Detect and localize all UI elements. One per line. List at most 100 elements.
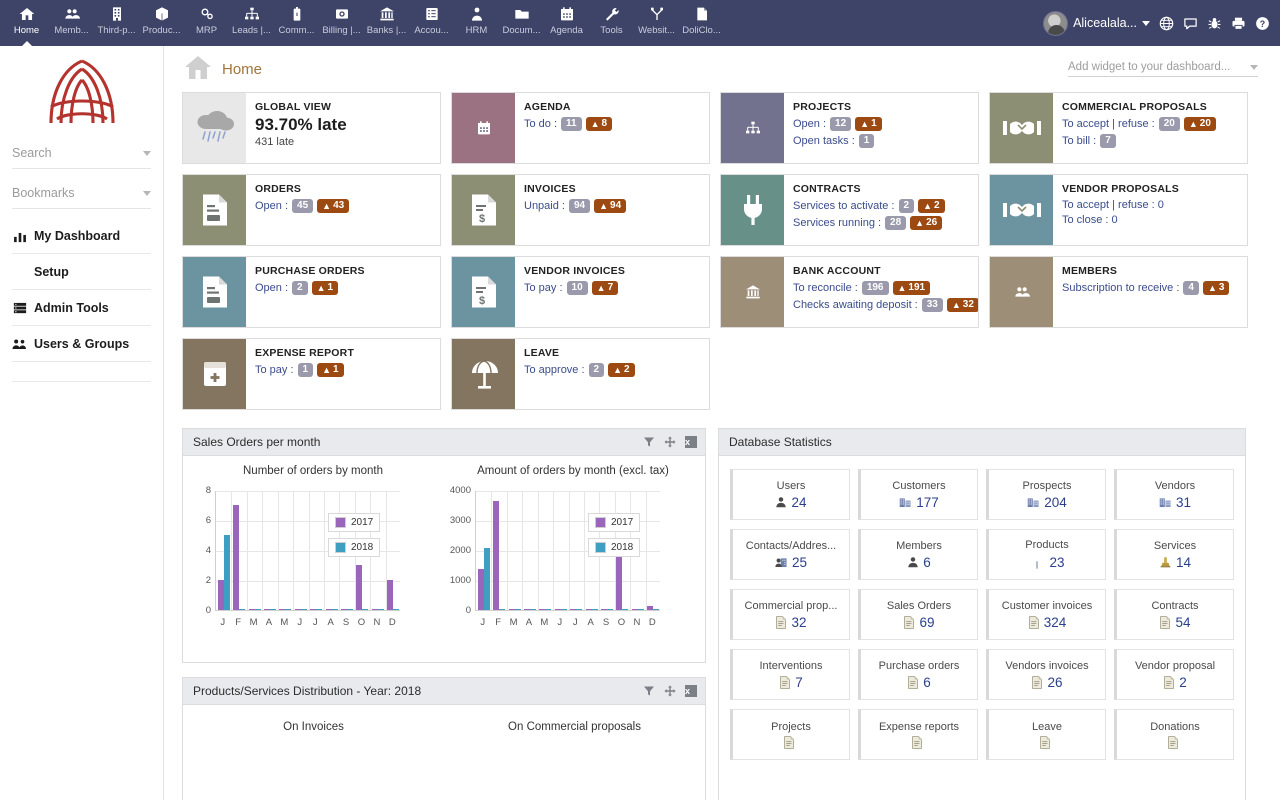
topmenu-item-doliclo[interactable]: DoliClo... (679, 0, 724, 46)
stat-donations[interactable]: Donations (1114, 709, 1234, 760)
topmenu-item-leads[interactable]: Leads |... (229, 0, 274, 46)
late-badge[interactable]: ▲1 (312, 281, 338, 295)
chevron-down-icon[interactable] (143, 191, 151, 196)
dashboard-card-invoices[interactable]: $INVOICESUnpaid :94▲94 (451, 174, 710, 246)
chevron-down-icon[interactable] (1142, 21, 1150, 26)
bookmarks-select[interactable]: Bookmarks (12, 178, 151, 209)
dashboard-card-global-view[interactable]: GLOBAL VIEW93.70% late431 late (182, 92, 441, 164)
chevron-down-icon[interactable] (143, 151, 151, 156)
printer-icon[interactable] (1231, 16, 1246, 31)
topmenu-item-memb[interactable]: Memb... (49, 0, 94, 46)
close-icon[interactable]: x (685, 436, 697, 448)
count-badge[interactable]: 28 (885, 216, 906, 230)
count-badge[interactable]: 33 (922, 298, 943, 312)
stat-services[interactable]: Services14 (1114, 529, 1234, 580)
count-badge[interactable]: 45 (292, 199, 313, 213)
dashboard-card-expense-report[interactable]: EXPENSE REPORTTo pay :1▲1 (182, 338, 441, 410)
add-widget-select[interactable]: Add widget to your dashboard... (1068, 61, 1258, 77)
count-badge[interactable]: 20 (1159, 117, 1180, 131)
filter-icon[interactable] (643, 685, 655, 697)
move-icon[interactable] (664, 436, 676, 448)
stat-projects[interactable]: Projects (730, 709, 850, 760)
help-icon[interactable]: ? (1255, 16, 1270, 31)
user-menu[interactable]: Alicealala... (1043, 11, 1150, 36)
late-badge[interactable]: ▲7 (592, 281, 618, 295)
globe-icon[interactable] (1159, 16, 1174, 31)
late-badge[interactable]: ▲2 (918, 199, 944, 213)
count-badge[interactable]: 196 (862, 281, 889, 295)
count-badge[interactable]: 12 (830, 117, 851, 131)
stat-contracts[interactable]: Contracts54 (1114, 589, 1234, 640)
search-input[interactable]: Search (12, 138, 151, 169)
late-badge[interactable]: ▲191 (893, 281, 931, 295)
dashboard-card-purchase-orders[interactable]: PURCHASE ORDERSOpen :2▲1 (182, 256, 441, 328)
topmenu-item-home[interactable]: Home (4, 0, 49, 46)
count-badge[interactable]: 94 (569, 199, 590, 213)
chat-icon[interactable] (1183, 16, 1198, 31)
late-badge[interactable]: ▲8 (586, 117, 612, 131)
sidebar-item-usersgroups[interactable]: Users & Groups (12, 326, 151, 362)
late-badge[interactable]: ▲3 (1203, 281, 1229, 295)
topmenu-item-agenda[interactable]: Agenda (544, 0, 589, 46)
stat-interventions[interactable]: Interventions7 (730, 649, 850, 700)
stat-customers[interactable]: Customers177 (858, 469, 978, 520)
topmenu-item-hrm[interactable]: HRM (454, 0, 499, 46)
late-badge[interactable]: ▲1 (317, 363, 343, 377)
stat-users[interactable]: Users24 (730, 469, 850, 520)
stat-contacts-addres-[interactable]: Contacts/Addres...25 (730, 529, 850, 580)
late-badge[interactable]: ▲1 (855, 117, 881, 131)
topmenu-item-accou[interactable]: Accou... (409, 0, 454, 46)
late-badge[interactable]: ▲94 (594, 199, 626, 213)
stat-vendors-invoices[interactable]: Vendors invoices26 (986, 649, 1106, 700)
topmenu-item-billing[interactable]: Billing |... (319, 0, 364, 46)
topmenu-item-banks[interactable]: Banks |... (364, 0, 409, 46)
stat-products[interactable]: Products23 (986, 529, 1106, 580)
chevron-down-icon[interactable] (1250, 65, 1258, 70)
stat-expense-reports[interactable]: Expense reports (858, 709, 978, 760)
stat-leave[interactable]: Leave (986, 709, 1106, 760)
sidebar-item-admintools[interactable]: Admin Tools (12, 290, 151, 326)
close-icon[interactable]: x (685, 685, 697, 697)
count-badge[interactable]: 1 (298, 363, 314, 377)
late-badge[interactable]: ▲43 (317, 199, 349, 213)
count-badge[interactable]: 10 (567, 281, 588, 295)
dashboard-card-vendor-proposals[interactable]: VENDOR PROPOSALSTo accept | refuse : 0To… (989, 174, 1248, 246)
dashboard-card-commercial-proposals[interactable]: COMMERCIAL PROPOSALSTo accept | refuse :… (989, 92, 1248, 164)
count-badge[interactable]: 11 (561, 117, 582, 131)
topmenu-item-thirdp[interactable]: Third-p... (94, 0, 139, 46)
count-badge[interactable]: 2 (589, 363, 605, 377)
topmenu-item-docum[interactable]: Docum... (499, 0, 544, 46)
count-badge[interactable]: 7 (1100, 134, 1116, 148)
dashboard-card-bank-account[interactable]: BANK ACCOUNTTo reconcile :196▲191Checks … (720, 256, 979, 328)
dashboard-card-projects[interactable]: PROJECTSOpen :12▲1Open tasks :1 (720, 92, 979, 164)
late-badge[interactable]: ▲26 (910, 216, 942, 230)
stat-customer-invoices[interactable]: Customer invoices324 (986, 589, 1106, 640)
dashboard-card-leave[interactable]: LEAVETo approve :2▲2 (451, 338, 710, 410)
sidebar-item-setup[interactable]: Setup (12, 254, 151, 290)
stat-sales-orders[interactable]: Sales Orders69 (858, 589, 978, 640)
count-badge[interactable]: 2 (292, 281, 308, 295)
stat-vendor-proposal[interactable]: Vendor proposal2 (1114, 649, 1234, 700)
dashboard-card-members[interactable]: MEMBERSSubscription to receive :4▲3 (989, 256, 1248, 328)
dashboard-card-orders[interactable]: ORDERSOpen :45▲43 (182, 174, 441, 246)
dashboard-card-contracts[interactable]: CONTRACTSServices to activate :2▲2Servic… (720, 174, 979, 246)
count-badge[interactable]: 2 (899, 199, 915, 213)
late-badge[interactable]: ▲2 (608, 363, 634, 377)
stat-purchase-orders[interactable]: Purchase orders6 (858, 649, 978, 700)
bug-icon[interactable] (1207, 16, 1222, 31)
count-badge[interactable]: 4 (1183, 281, 1199, 295)
move-icon[interactable] (664, 685, 676, 697)
topmenu-item-websit[interactable]: Websit... (634, 0, 679, 46)
count-badge[interactable]: 1 (859, 134, 875, 148)
stat-commercial-prop-[interactable]: Commercial prop...32 (730, 589, 850, 640)
topmenu-item-comm[interactable]: Comm... (274, 0, 319, 46)
stat-prospects[interactable]: Prospects204 (986, 469, 1106, 520)
dashboard-card-vendor-invoices[interactable]: $VENDOR INVOICESTo pay :10▲7 (451, 256, 710, 328)
late-badge[interactable]: ▲32 (947, 298, 979, 312)
dashboard-card-agenda[interactable]: AGENDATo do :11▲8 (451, 92, 710, 164)
stat-members[interactable]: Members6 (858, 529, 978, 580)
late-badge[interactable]: ▲20 (1184, 117, 1216, 131)
topmenu-item-produc[interactable]: Produc... (139, 0, 184, 46)
filter-icon[interactable] (643, 436, 655, 448)
sidebar-item-mydashboard[interactable]: My Dashboard (12, 218, 151, 254)
